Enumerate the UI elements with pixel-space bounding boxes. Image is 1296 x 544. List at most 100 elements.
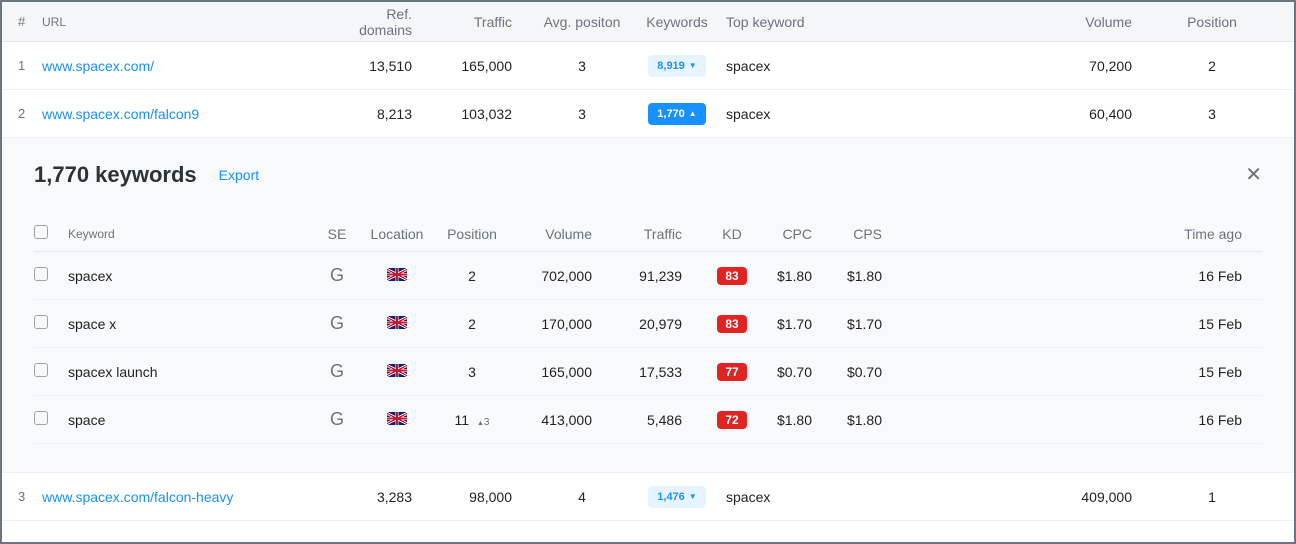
subcol-position: Position — [432, 226, 512, 242]
row-checkbox[interactable] — [34, 363, 48, 377]
kw-position: 2 — [432, 268, 512, 284]
select-all-checkbox[interactable] — [34, 225, 48, 239]
kw-cps: $0.70 — [832, 364, 902, 380]
keywords-subheader: Keyword SE Location Position Volume Traf… — [34, 216, 1262, 252]
keyword-text: space — [68, 412, 312, 428]
avg-position: 3 — [532, 106, 632, 122]
kw-volume: 702,000 — [512, 268, 612, 284]
col-position: Position — [1152, 14, 1272, 30]
search-engine-icon: G — [312, 313, 362, 334]
table-row: 2www.spacex.com/falcon98,213103,03231,77… — [2, 90, 1294, 138]
kw-time: 16 Feb — [1172, 412, 1262, 428]
keyword-text: space x — [68, 316, 312, 332]
kw-position: 11 ▲3 — [432, 412, 512, 428]
caret-icon: ▲ — [689, 109, 697, 118]
volume-value: 409,000 — [1032, 489, 1152, 505]
col-num: # — [12, 14, 42, 29]
kw-volume: 170,000 — [512, 316, 612, 332]
keyword-text: spacex launch — [68, 364, 312, 380]
subcol-kd: KD — [702, 226, 762, 242]
kw-time: 15 Feb — [1172, 316, 1262, 332]
uk-flag-icon — [387, 268, 407, 281]
export-link[interactable]: Export — [219, 167, 259, 183]
row-num: 2 — [12, 106, 42, 121]
location-flag — [362, 412, 432, 428]
kw-position: 2 — [432, 316, 512, 332]
panel-header: 1,770 keywords Export ✕ — [34, 162, 1262, 188]
kd-badge: 83 — [717, 315, 747, 333]
kw-traffic: 17,533 — [612, 364, 702, 380]
keyword-row: spacexG2702,00091,23983$1.80$1.8016 Feb — [34, 252, 1262, 300]
location-flag — [362, 364, 432, 380]
kw-traffic: 5,486 — [612, 412, 702, 428]
col-topkw: Top keyword — [722, 14, 1032, 30]
position-value: 3 — [1152, 106, 1272, 122]
keywords-toggle[interactable]: 8,919 ▼ — [648, 55, 706, 77]
location-flag — [362, 268, 432, 284]
row-num: 1 — [12, 58, 42, 73]
keywords-toggle[interactable]: 1,476 ▼ — [648, 486, 706, 508]
kw-cps: $1.80 — [832, 412, 902, 428]
row-checkbox[interactable] — [34, 315, 48, 329]
panel-title: 1,770 keywords — [34, 162, 197, 188]
close-icon[interactable]: ✕ — [1245, 165, 1262, 185]
kw-time: 15 Feb — [1172, 364, 1262, 380]
avg-position: 4 — [532, 489, 632, 505]
position-value: 2 — [1152, 58, 1272, 74]
search-engine-icon: G — [312, 361, 362, 382]
subcol-volume: Volume — [512, 226, 612, 242]
url-link[interactable]: www.spacex.com/falcon9 — [42, 106, 199, 122]
col-traffic: Traffic — [432, 14, 532, 30]
subcol-se: SE — [312, 226, 362, 242]
volume-value: 70,200 — [1032, 58, 1152, 74]
location-flag — [362, 316, 432, 332]
uk-flag-icon — [387, 316, 407, 329]
row-checkbox[interactable] — [34, 411, 48, 425]
table-row: 1www.spacex.com/13,510165,00038,919 ▼spa… — [2, 42, 1294, 90]
subcol-time: Time ago — [1172, 226, 1262, 242]
kw-cpc: $1.80 — [762, 412, 832, 428]
traffic-value: 103,032 — [432, 106, 532, 122]
kw-cpc: $1.80 — [762, 268, 832, 284]
subcol-cpc: CPC — [762, 226, 832, 242]
ref-domains: 8,213 — [332, 106, 432, 122]
position-value: 1 — [1152, 489, 1272, 505]
row-checkbox[interactable] — [34, 267, 48, 281]
search-engine-icon: G — [312, 409, 362, 430]
uk-flag-icon — [387, 364, 407, 377]
url-link[interactable]: www.spacex.com/falcon-heavy — [42, 489, 233, 505]
volume-value: 60,400 — [1032, 106, 1152, 122]
uk-flag-icon — [387, 412, 407, 425]
top-keyword: spacex — [722, 58, 1032, 74]
kd-badge: 77 — [717, 363, 747, 381]
kw-position: 3 — [432, 364, 512, 380]
kw-traffic: 91,239 — [612, 268, 702, 284]
url-link[interactable]: www.spacex.com/ — [42, 58, 154, 74]
col-avgpos: Avg. positon — [532, 14, 632, 30]
keyword-text: spacex — [68, 268, 312, 284]
row-num: 3 — [12, 489, 42, 504]
kw-cps: $1.70 — [832, 316, 902, 332]
kw-volume: 413,000 — [512, 412, 612, 428]
subcol-keyword: Keyword — [68, 227, 312, 241]
keywords-toggle[interactable]: 1,770 ▲ — [648, 103, 706, 125]
kw-volume: 165,000 — [512, 364, 612, 380]
avg-position: 3 — [532, 58, 632, 74]
ref-domains: 3,283 — [332, 489, 432, 505]
top-keyword: spacex — [722, 106, 1032, 122]
kw-time: 16 Feb — [1172, 268, 1262, 284]
col-ref: Ref. domains — [332, 6, 432, 38]
position-change: ▲3 — [477, 417, 490, 428]
col-volume: Volume — [1032, 14, 1152, 30]
kw-traffic: 20,979 — [612, 316, 702, 332]
keyword-row: space xG 2170,00020,979 83 $1.70$1.70 15 Feb — [34, 300, 1262, 348]
keywords-panel: 1,770 keywords Export ✕ Keyword SE Locat… — [2, 138, 1294, 473]
url-cell: www.spacex.com/falcon9 — [42, 106, 332, 122]
kw-cps: $1.80 — [832, 268, 902, 284]
kw-cpc: $0.70 — [762, 364, 832, 380]
ref-domains: 13,510 — [332, 58, 432, 74]
kw-cpc: $1.70 — [762, 316, 832, 332]
keyword-row: spacex launchG 3165,00017,533 77 $0.70$0.70… — [34, 348, 1262, 396]
table-row: 3www.spacex.com/falcon-heavy3,28398,0004… — [2, 473, 1294, 521]
col-keywords: Keywords — [632, 14, 722, 30]
